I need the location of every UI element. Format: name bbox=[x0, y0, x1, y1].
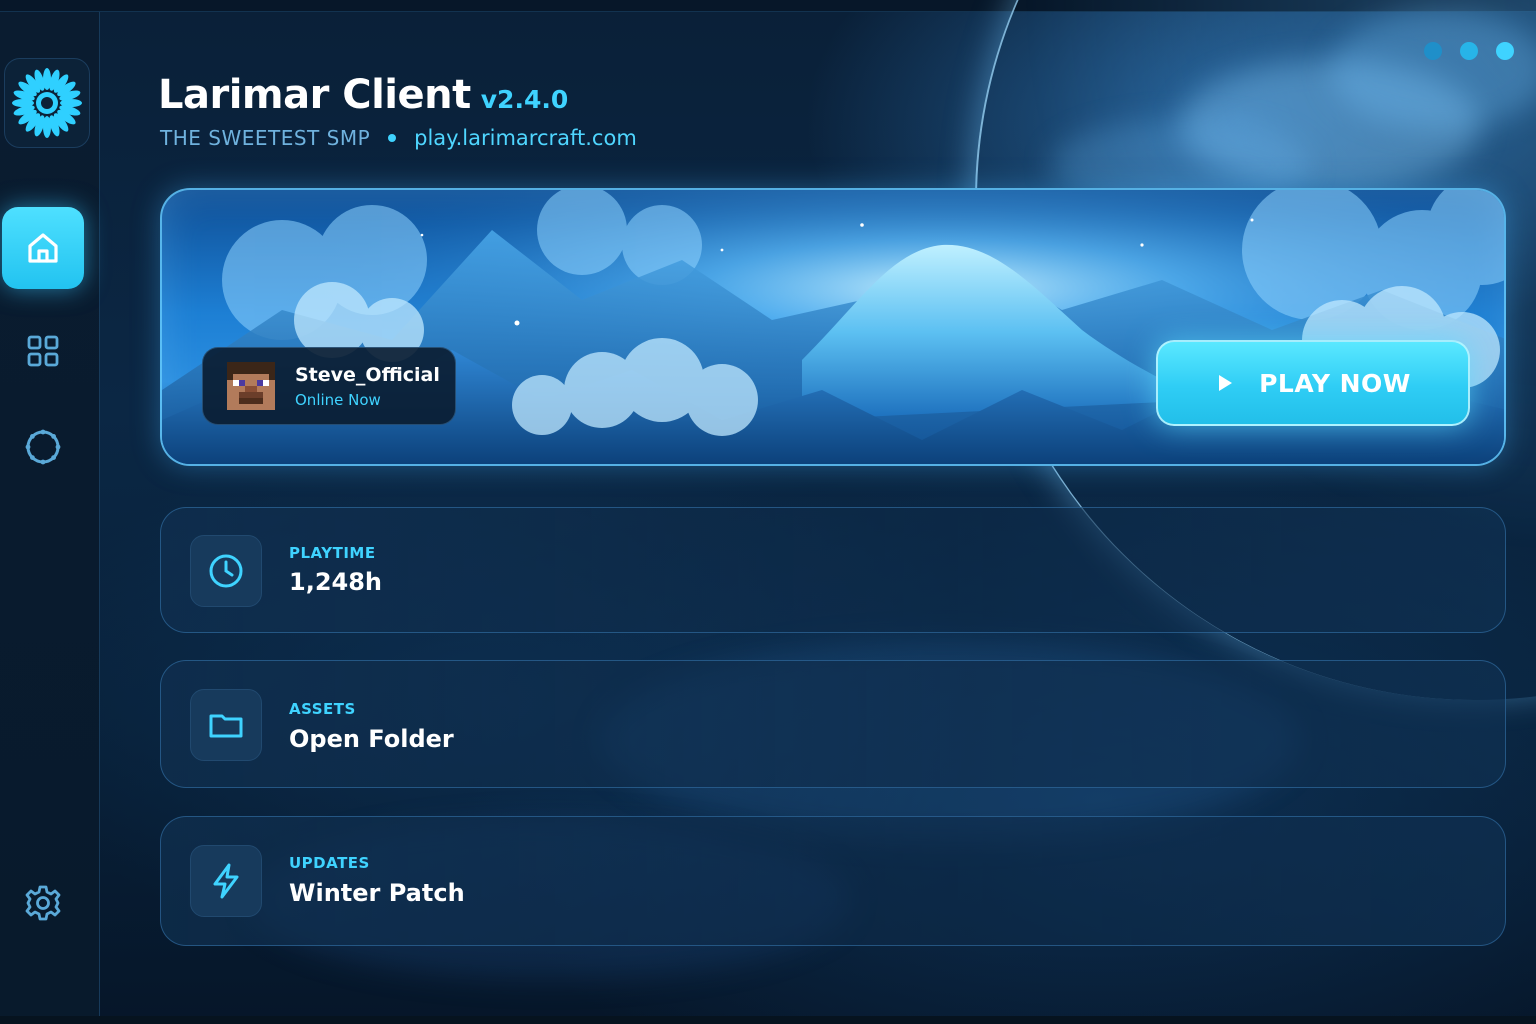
sidebar-item-settings[interactable] bbox=[2, 862, 84, 944]
launcher-window: Larimar Client v2.4.0 THE SWEETEST SMP p… bbox=[0, 0, 1536, 1024]
home-icon bbox=[28, 233, 58, 263]
assets-label: ASSETS bbox=[289, 700, 356, 718]
app-title: Larimar Client bbox=[158, 72, 471, 118]
grid-icon bbox=[27, 335, 59, 367]
flower-logo-icon bbox=[12, 68, 82, 138]
server-address[interactable]: play.larimarcraft.com bbox=[414, 126, 637, 150]
minimize-button[interactable] bbox=[1424, 42, 1442, 60]
lightning-icon bbox=[213, 863, 239, 899]
assets-value[interactable]: Open Folder bbox=[289, 725, 454, 753]
playtime-value: 1,248h bbox=[289, 568, 382, 596]
app-version: v2.4.0 bbox=[480, 85, 569, 114]
player-avatar bbox=[227, 362, 275, 410]
updates-label: UPDATES bbox=[289, 854, 370, 872]
playtime-icon-box bbox=[190, 535, 262, 607]
hero-banner: Steve_Official Online Now PLAY NOW bbox=[160, 188, 1506, 466]
separator-dot-icon bbox=[388, 134, 397, 142]
window-bottom-edge bbox=[0, 1016, 1536, 1024]
header-title-row: Larimar Client v2.4.0 bbox=[158, 72, 568, 118]
header-subtitle-row: THE SWEETEST SMP play.larimarcraft.com bbox=[160, 126, 637, 150]
gear-icon bbox=[25, 885, 61, 921]
assets-icon-box bbox=[190, 689, 262, 761]
close-button[interactable] bbox=[1496, 42, 1514, 60]
assets-card[interactable]: ASSETS Open Folder bbox=[160, 660, 1506, 788]
window-controls bbox=[1424, 42, 1514, 60]
sidebar-item-home[interactable] bbox=[2, 207, 84, 289]
play-now-button[interactable]: PLAY NOW bbox=[1156, 340, 1470, 426]
server-tagline: THE SWEETEST SMP bbox=[160, 126, 371, 150]
sidebar bbox=[0, 12, 100, 1016]
updates-icon-box bbox=[190, 845, 262, 917]
playtime-label: PLAYTIME bbox=[289, 544, 376, 562]
updates-value: Winter Patch bbox=[289, 879, 465, 907]
play-now-label: PLAY NOW bbox=[1259, 368, 1411, 398]
user-profile-card[interactable]: Steve_Official Online Now bbox=[202, 347, 456, 425]
playtime-card: PLAYTIME 1,248h bbox=[160, 507, 1506, 633]
app-logo bbox=[4, 58, 90, 148]
user-info: Steve_Official Online Now bbox=[295, 364, 440, 409]
globe-icon bbox=[25, 429, 61, 465]
username: Steve_Official bbox=[295, 363, 440, 386]
sidebar-item-globe[interactable] bbox=[2, 406, 84, 488]
updates-card[interactable]: UPDATES Winter Patch bbox=[160, 816, 1506, 946]
clock-icon bbox=[209, 554, 243, 588]
background-cloud bbox=[1330, 10, 1536, 130]
user-status: Online Now bbox=[295, 390, 381, 409]
play-icon bbox=[1219, 375, 1233, 391]
maximize-button[interactable] bbox=[1460, 42, 1478, 60]
sidebar-item-grid[interactable] bbox=[2, 310, 84, 392]
folder-icon bbox=[209, 714, 243, 738]
